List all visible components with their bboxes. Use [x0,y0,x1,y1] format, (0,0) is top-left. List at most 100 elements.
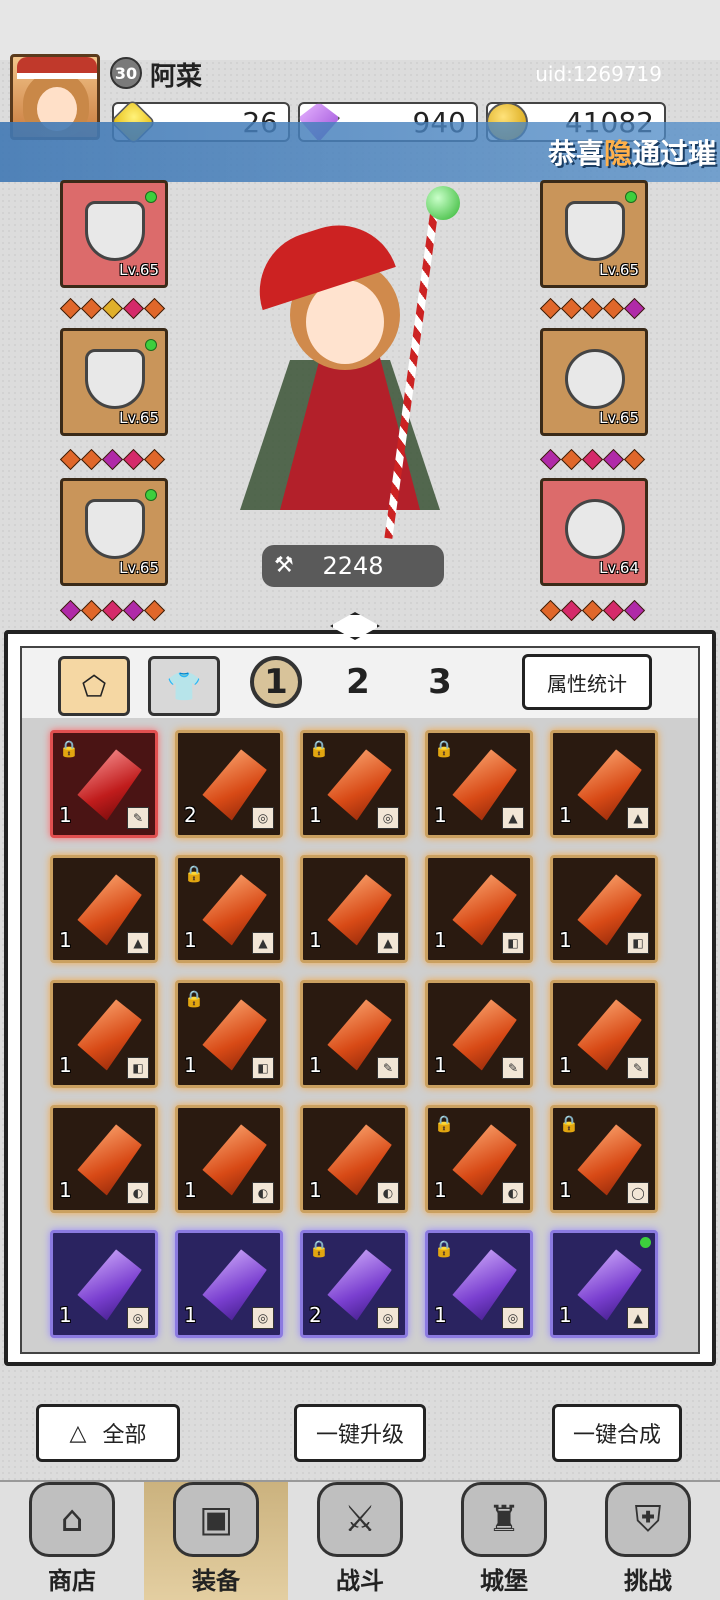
lock-icon: 🔒 [184,989,204,1008]
player-level-badge: 30 [110,57,142,89]
gem-cell[interactable]: 🔒 1 ◎ [425,1230,533,1338]
equip-type-icon: ◧ [252,1057,274,1079]
announcement-highlight: 隐 [603,137,632,170]
gem-quantity: 1 [309,803,322,827]
gem-cell[interactable]: 1 ▲ [300,855,408,963]
lock-icon: 🔒 [309,739,329,758]
equip-type-icon: ✎ [627,1057,649,1079]
combat-power-value: 2248 [322,552,384,580]
tab-gems[interactable]: ⬠ [58,656,130,716]
equip-level: Lv.64 [599,559,639,577]
gem-cell[interactable]: 1 ✎ [425,980,533,1088]
necklace-icon [565,499,625,559]
gem-cell[interactable]: 1 ▲ [550,1230,658,1338]
shield-icon: ⛨ [605,1482,691,1557]
lock-icon: 🔒 [184,864,204,883]
equip-type-icon: ◐ [252,1182,274,1204]
gem-quantity: 1 [434,1178,447,1202]
equip-type-icon: ✎ [127,807,149,829]
gem-cell[interactable]: 1 ◧ [50,980,158,1088]
gem-cell[interactable]: 🔒 2 ◎ [300,1230,408,1338]
equip-type-icon: ▲ [377,932,399,954]
hero-face [306,280,384,364]
weapon-star-row [539,297,646,320]
equip-type-icon: ◎ [252,1307,274,1329]
nav-battle-label: 战斗 [336,1567,384,1595]
gem-quantity: 1 [59,803,72,827]
gem-cell[interactable]: 1 ◧ [550,855,658,963]
gem-cell[interactable]: 1 ◐ [50,1105,158,1213]
gem-cell[interactable]: 1 ◐ [300,1105,408,1213]
equip-type-icon: ◯ [627,1182,649,1204]
gem-cell[interactable]: 1 ✎ [550,980,658,1088]
gem-cell[interactable]: 2 ◎ [175,730,283,838]
gem-cell[interactable]: 1 ◧ [425,855,533,963]
equip-type-icon: ◎ [252,807,274,829]
gem-quantity: 1 [184,1178,197,1202]
gem-cell[interactable]: 🔒 1 ◧ [175,980,283,1088]
page-2-button[interactable]: 2 [332,656,384,708]
gem-cell[interactable]: 1 ◎ [50,1230,158,1338]
lock-icon: 🔒 [434,1114,454,1133]
equip-type-icon: ◎ [377,1307,399,1329]
gem-cell[interactable]: 🔒 1 ◎ [300,730,408,838]
gem-quantity: 1 [59,1178,72,1202]
helmet-star-row [59,297,166,320]
equip-type-icon: ◐ [502,1182,524,1204]
gem-cell[interactable]: 🔒 1 ▲ [425,730,533,838]
hero-character[interactable] [240,186,460,560]
equip-type-icon: ◎ [127,1307,149,1329]
nav-challenge[interactable]: ⛨ 挑战 [576,1482,720,1600]
nav-equip[interactable]: ▣ 装备 [144,1482,288,1600]
boots-icon [85,499,145,559]
lock-icon: 🔒 [59,739,79,758]
gem-cell[interactable]: 1 ▲ [50,855,158,963]
gem-quantity: 1 [309,928,322,952]
equip-slot-helmet[interactable]: Lv.65 [60,180,168,288]
equip-level: Lv.65 [119,261,159,279]
player-uid: uid:1269719 [535,62,662,86]
filter-all-label: 全部 [102,1423,147,1448]
gem-cell[interactable]: 🔒 1 ▲ [175,855,283,963]
gem-cell[interactable]: 🔒 1 ◐ [425,1105,533,1213]
merge-all-button[interactable]: 一键合成 [552,1404,682,1462]
equip-type-icon: ▲ [252,932,274,954]
tab-equipment[interactable]: 👕 [148,656,220,716]
gem-quantity: 1 [184,1053,197,1077]
nav-castle[interactable]: ♜ 城堡 [432,1482,576,1600]
gem-quantity: 1 [559,1303,572,1327]
filter-all-button[interactable]: △ 全部 [36,1404,180,1462]
equip-type-icon: ▲ [502,807,524,829]
equip-type-icon: ✎ [377,1057,399,1079]
nav-shop[interactable]: ⌂ 商店 [0,1482,144,1600]
equip-slot-necklace[interactable]: Lv.64 [540,478,648,586]
nav-battle[interactable]: ⚔ 战斗 [288,1482,432,1600]
equip-type-icon: ◧ [502,932,524,954]
gem-cell[interactable]: 1 ✎ [300,980,408,1088]
attribute-stats-button[interactable]: 属性统计 [522,654,652,710]
gem-quantity: 1 [434,803,447,827]
gem-cell[interactable]: 🔒 1 ✎ [50,730,158,838]
page-3-button[interactable]: 3 [414,656,466,708]
gem-quantity: 1 [434,1053,447,1077]
page-1-button[interactable]: 1 [250,656,302,708]
armor-icon [85,349,145,409]
gem-cell[interactable]: 1 ◎ [175,1230,283,1338]
equip-slot-boots[interactable]: Lv.65 [60,478,168,586]
upgrade-all-button[interactable]: 一键升级 [294,1404,426,1462]
gem-quantity: 1 [309,1178,322,1202]
gem-cell[interactable]: 1 ◐ [175,1105,283,1213]
ring-star-row [539,448,646,471]
equip-level: Lv.65 [599,261,639,279]
inventory-panel-inner: ⬠ 👕 1 2 3 属性统计 🔒 1 ✎ 2 ◎ 🔒 1 ◎ 🔒 1 ▲ 1 ▲ 1 ▲ 🔒 1 ▲ 1 ▲ 1 ◧ 1 ◧ 1… [20,646,700,1354]
equip-type-icon: ◎ [377,807,399,829]
equip-type-icon: ✎ [502,1057,524,1079]
equip-slot-ring[interactable]: Lv.65 [540,328,648,436]
equip-slot-weapon[interactable]: Lv.65 [540,180,648,288]
gem-quantity: 2 [184,803,197,827]
gem-cell[interactable]: 🔒 1 ◯ [550,1105,658,1213]
equip-slot-armor[interactable]: Lv.65 [60,328,168,436]
gem-cell[interactable]: 1 ▲ [550,730,658,838]
equip-type-icon: ◎ [502,1307,524,1329]
lock-icon: 🔒 [309,1239,329,1258]
